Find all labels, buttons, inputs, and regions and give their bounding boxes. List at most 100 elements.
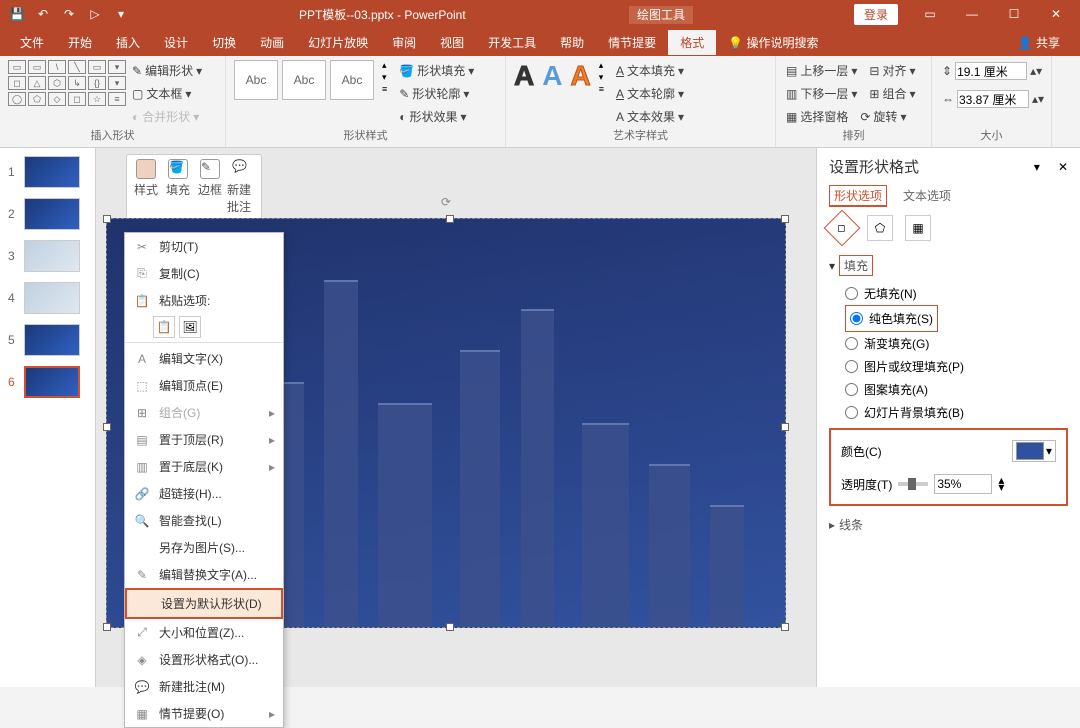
tab-plot[interactable]: 情节提要 xyxy=(596,30,668,55)
ctx-set-default[interactable]: 设置为默认形状(D) xyxy=(127,590,281,617)
radio-pattern-fill[interactable]: 图案填充(A) xyxy=(845,378,1068,401)
tab-transition[interactable]: 切换 xyxy=(200,30,248,55)
shape-fill-button[interactable]: 🪣 形状填充 ▾ xyxy=(397,60,476,81)
transparency-slider[interactable] xyxy=(898,482,928,486)
ctx-bring-front[interactable]: ▤置于顶层(R)▸ xyxy=(125,426,283,453)
paste-opt-2[interactable]: 🖼 xyxy=(179,316,201,338)
login-button[interactable]: 登录 xyxy=(854,4,898,25)
transparency-input[interactable] xyxy=(934,474,992,494)
height-input[interactable]: ⇕ ▴▾ xyxy=(940,60,1044,82)
slide-thumb[interactable] xyxy=(24,324,80,356)
shape-style-1[interactable]: Abc xyxy=(234,60,278,100)
text-fill-button[interactable]: A 文本填充 ▾ xyxy=(614,60,686,81)
rotate-handle-icon[interactable]: ⟳ xyxy=(441,195,451,209)
ctx-format-shape[interactable]: ◈设置形状格式(O)... xyxy=(125,646,283,673)
slide-thumb[interactable] xyxy=(24,156,80,188)
ctx-edit-alt[interactable]: ✎编辑替换文字(A)... xyxy=(125,561,283,588)
ctx-smart-lookup[interactable]: 🔍智能查找(L) xyxy=(125,507,283,534)
slide-canvas[interactable]: 样式 🪣填充 ✎边框 💬新建批注 ⟳ xyxy=(96,148,816,687)
group-label: 插入形状 xyxy=(8,127,217,143)
selection-pane-button[interactable]: ▦ 选择窗格 xyxy=(784,106,850,127)
pane-tab-shape[interactable]: 形状选项 xyxy=(829,185,887,207)
width-input[interactable]: ⇔ ▴▾ xyxy=(940,88,1046,110)
tab-slideshow[interactable]: 幻灯片放映 xyxy=(296,30,380,55)
tab-animation[interactable]: 动画 xyxy=(248,30,296,55)
send-backward-button[interactable]: ▥ 下移一层 ▾ xyxy=(784,83,859,104)
pane-tab-text[interactable]: 文本选项 xyxy=(903,185,951,207)
effects-icon[interactable]: ⬠ xyxy=(867,215,893,241)
tab-home[interactable]: 开始 xyxy=(56,30,104,55)
color-picker[interactable]: ▾ xyxy=(1012,440,1056,462)
slide-thumb[interactable] xyxy=(24,366,80,398)
tab-format[interactable]: 格式 xyxy=(668,30,716,55)
mini-fill-button[interactable]: 🪣填充 xyxy=(163,159,193,215)
tab-help[interactable]: 帮助 xyxy=(548,30,596,55)
shape-gallery[interactable]: ▭▭\╲▭▾ ◻△⬡↳{}▾ ◯⬠◇◻☆≡ xyxy=(8,60,126,106)
slide-thumb[interactable] xyxy=(24,240,80,272)
pane-close-icon[interactable]: ✕ xyxy=(1058,160,1068,174)
undo-icon[interactable]: ↶ xyxy=(34,5,52,23)
group-label: 排列 xyxy=(784,127,923,143)
paste-opt-1[interactable]: 📋 xyxy=(153,316,175,338)
shape-style-2[interactable]: Abc xyxy=(282,60,326,100)
tab-design[interactable]: 设计 xyxy=(152,30,200,55)
tab-review[interactable]: 审阅 xyxy=(380,30,428,55)
edit-shape-button[interactable]: ✎ 编辑形状 ▾ xyxy=(130,60,204,81)
shape-outline-button[interactable]: ✎ 形状轮廓 ▾ xyxy=(397,83,476,104)
ctx-edit-points[interactable]: ⬚编辑顶点(E) xyxy=(125,372,283,399)
slide-thumb[interactable] xyxy=(24,198,80,230)
tab-view[interactable]: 视图 xyxy=(428,30,476,55)
ribbon-display-icon[interactable]: ▭ xyxy=(910,2,950,26)
radio-no-fill[interactable]: 无填充(N) xyxy=(845,282,1068,305)
color-label: 颜色(C) xyxy=(841,443,882,460)
text-box-button[interactable]: ▢ 文本框 ▾ xyxy=(130,83,204,104)
tab-file[interactable]: 文件 xyxy=(8,30,56,55)
redo-icon[interactable]: ↷ xyxy=(60,5,78,23)
pane-title: 设置形状格式 xyxy=(829,156,919,177)
fill-line-icon[interactable]: ◇ xyxy=(824,210,861,247)
shape-style-3[interactable]: Abc xyxy=(330,60,374,100)
slide-panel[interactable]: 1 2 3 4 5 6 xyxy=(0,148,96,687)
slide-thumb[interactable] xyxy=(24,282,80,314)
rotate-button[interactable]: ⟳ 旋转 ▾ xyxy=(858,106,908,127)
ctx-cut[interactable]: ✂剪切(T) xyxy=(125,233,283,260)
mini-comment-button[interactable]: 💬新建批注 xyxy=(227,159,257,215)
style-more-icon[interactable]: ▾ xyxy=(382,72,387,83)
mini-style-button[interactable]: 样式 xyxy=(131,159,161,215)
close-icon[interactable]: ✕ xyxy=(1036,2,1076,26)
ctx-save-as-pic[interactable]: 另存为图片(S)... xyxy=(125,534,283,561)
style-more-icon[interactable]: ▴ xyxy=(382,60,387,71)
wordart-gallery[interactable]: A A A xyxy=(514,60,591,92)
shape-effects-button[interactable]: ◐ 形状效果 ▾ xyxy=(397,106,476,127)
start-icon[interactable]: ▷ xyxy=(86,5,104,23)
text-outline-button[interactable]: A 文本轮廓 ▾ xyxy=(614,83,686,104)
ctx-plot-note[interactable]: ▦情节提要(O)▸ xyxy=(125,700,283,727)
pane-menu-icon[interactable]: ▾ xyxy=(1034,160,1040,174)
align-button[interactable]: ⊟ 对齐 ▾ xyxy=(867,60,917,81)
mini-border-button[interactable]: ✎边框 xyxy=(195,159,225,215)
line-section-header[interactable]: ▸ 线条 xyxy=(829,514,1068,535)
bring-forward-button[interactable]: ▤ 上移一层 ▾ xyxy=(784,60,859,81)
group-button[interactable]: ⊞ 组合 ▾ xyxy=(867,83,917,104)
radio-picture-fill[interactable]: 图片或纹理填充(P) xyxy=(845,355,1068,378)
radio-slidebg-fill[interactable]: 幻灯片背景填充(B) xyxy=(845,401,1068,424)
ctx-edit-text[interactable]: A编辑文字(X) xyxy=(125,345,283,372)
size-props-icon[interactable]: ▦ xyxy=(905,215,931,241)
save-icon[interactable]: 💾 xyxy=(8,5,26,23)
radio-gradient-fill[interactable]: 渐变填充(G) xyxy=(845,332,1068,355)
maximize-icon[interactable]: ☐ xyxy=(994,2,1034,26)
ctx-hyperlink[interactable]: 🔗超链接(H)... xyxy=(125,480,283,507)
tab-developer[interactable]: 开发工具 xyxy=(476,30,548,55)
radio-solid-fill[interactable]: 纯色填充(S) xyxy=(850,307,933,330)
ctx-send-back[interactable]: ▥置于底层(K)▸ xyxy=(125,453,283,480)
tab-insert[interactable]: 插入 xyxy=(104,30,152,55)
tellme[interactable]: 💡 操作说明搜索 xyxy=(716,30,830,55)
minimize-icon[interactable]: — xyxy=(952,2,992,26)
ctx-size-pos[interactable]: ⤢大小和位置(Z)... xyxy=(125,619,283,646)
fill-section-header[interactable]: ▾ 填充 xyxy=(829,253,1068,278)
share-button[interactable]: 👤 共享 xyxy=(1006,30,1072,55)
ctx-copy[interactable]: ⎘复制(C) xyxy=(125,260,283,287)
style-more-icon[interactable]: ≡ xyxy=(382,84,387,94)
text-effects-button[interactable]: A 文本效果 ▾ xyxy=(614,106,686,127)
qat-more-icon[interactable]: ▾ xyxy=(112,5,130,23)
